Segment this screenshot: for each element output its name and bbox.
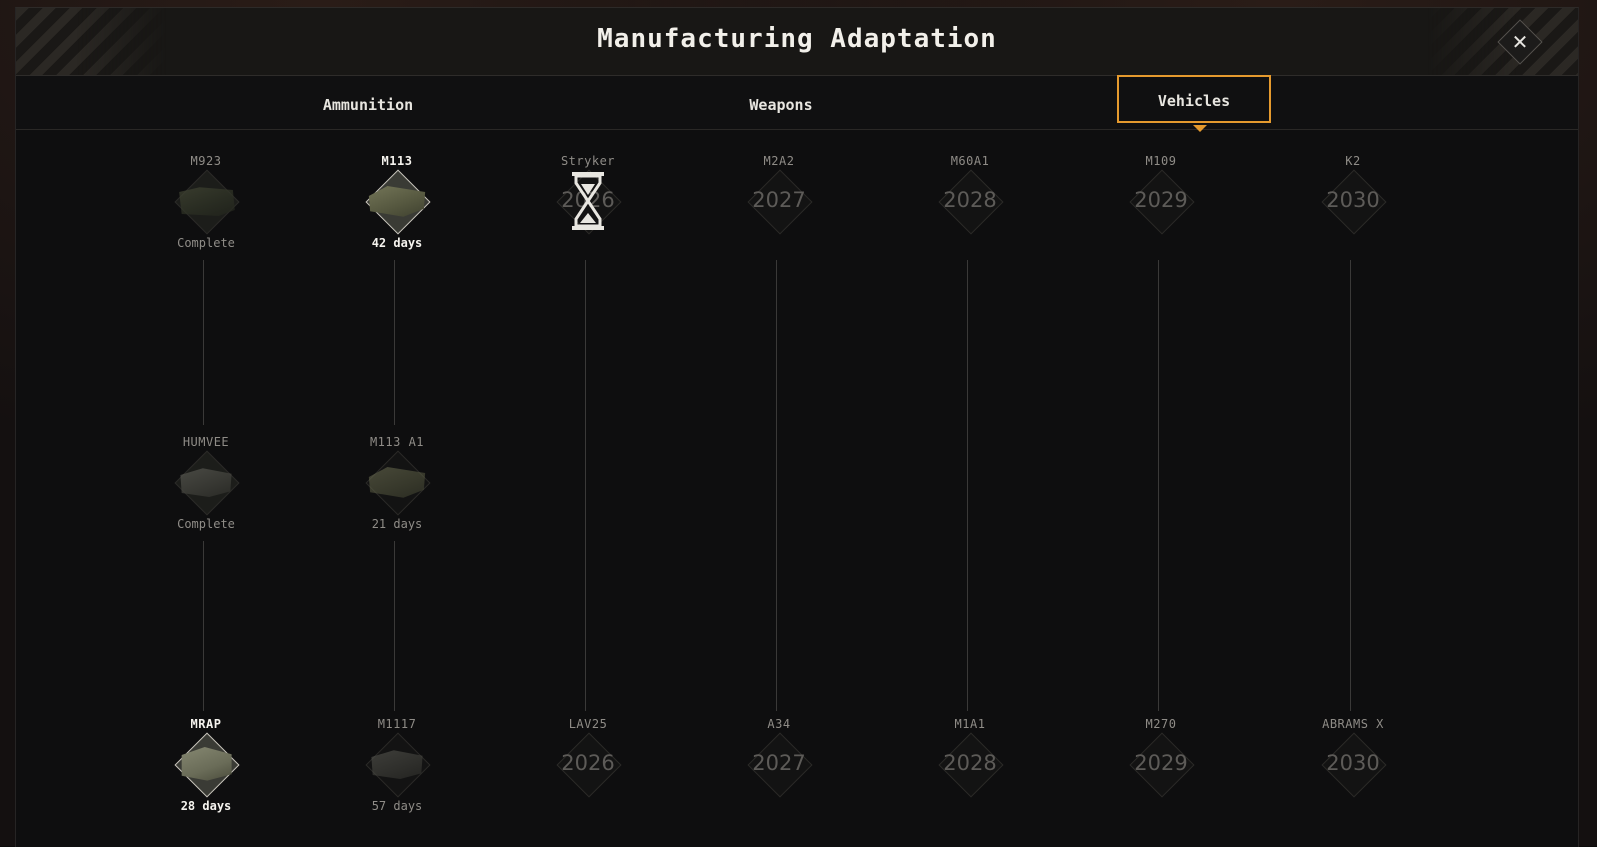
node-label: M109 — [1145, 154, 1177, 168]
connector-line — [394, 260, 395, 425]
connector-line — [776, 260, 777, 711]
hourglass-icon — [572, 172, 604, 230]
node-label: M113 A1 — [369, 435, 425, 449]
mrap-icon — [181, 747, 232, 781]
manufacturing-panel: Manufacturing Adaptation ✕ Ammunition We… — [15, 7, 1579, 847]
tab-ammunition[interactable]: Ammunition — [293, 81, 443, 129]
node-year: 2030 — [1326, 751, 1380, 775]
page-title: Manufacturing Adaptation — [597, 24, 997, 54]
node-label: Stryker — [560, 154, 616, 168]
connector-line — [203, 541, 204, 711]
node-label: M1117 — [377, 717, 417, 731]
node-year: 2027 — [752, 188, 806, 212]
node-label: K2 — [1345, 154, 1361, 168]
connector-line — [394, 541, 395, 711]
node-label: M2A2 — [763, 154, 795, 168]
close-icon[interactable]: ✕ — [1504, 26, 1536, 58]
node-status: 21 days — [371, 517, 423, 531]
connector-line — [1158, 260, 1159, 711]
connector-line — [203, 260, 204, 425]
node-year: 2030 — [1326, 188, 1380, 212]
connector-line — [585, 260, 586, 711]
node-year: 2029 — [1134, 751, 1188, 775]
node-label: M60A1 — [950, 154, 990, 168]
tab-bar: Ammunition Weapons Vehicles — [16, 75, 1578, 132]
node-status: 57 days — [371, 799, 423, 813]
tab-vehicles[interactable]: Vehicles — [1117, 75, 1271, 123]
node-status: 42 days — [371, 236, 423, 250]
node-year: 2026 — [561, 751, 615, 775]
title-bar: Manufacturing Adaptation ✕ — [16, 8, 1578, 76]
node-label: MRAP — [190, 717, 222, 731]
connector-line — [967, 260, 968, 711]
active-tab-pointer — [1193, 125, 1207, 132]
node-year: 2028 — [943, 188, 997, 212]
node-label: HUMVEE — [182, 435, 230, 449]
node-label: LAV25 — [568, 717, 608, 731]
node-label: M270 — [1145, 717, 1177, 731]
node-label: M1A1 — [954, 717, 986, 731]
node-status: Complete — [177, 517, 235, 531]
node-year: 2028 — [943, 751, 997, 775]
node-year: 2029 — [1134, 188, 1188, 212]
tab-weapons[interactable]: Weapons — [706, 81, 856, 129]
node-label: A34 — [767, 717, 791, 731]
node-label: M923 — [190, 154, 222, 168]
node-status: 28 days — [180, 799, 232, 813]
node-status: Complete — [177, 236, 235, 250]
node-year: 2027 — [752, 751, 806, 775]
connector-line — [1350, 260, 1351, 711]
node-label: M113 — [381, 154, 413, 168]
node-label: ABRAMS X — [1322, 717, 1384, 731]
